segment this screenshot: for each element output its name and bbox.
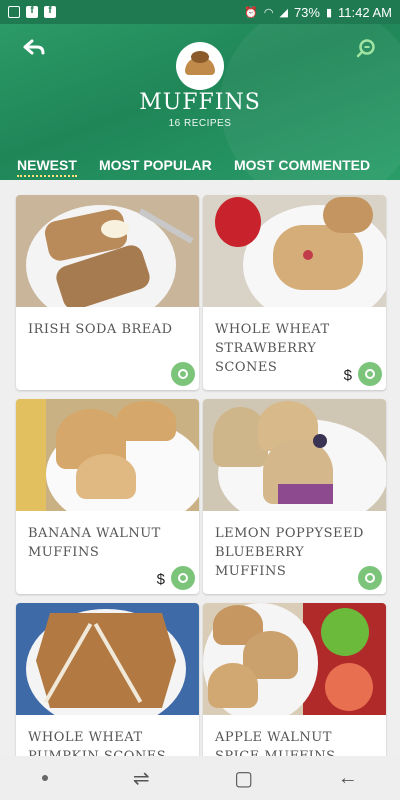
- recipe-card[interactable]: BANANA WALNUT MUFFINS $: [16, 399, 199, 594]
- veggie-badge: [171, 566, 195, 590]
- clock: 11:42 AM: [338, 4, 392, 20]
- recipe-card[interactable]: WHOLE WHEAT STRAWBERRY SCONES $: [203, 195, 386, 390]
- money-hand-icon: $: [156, 571, 165, 588]
- veggie-badge: [171, 362, 195, 386]
- recipe-photo: [203, 603, 386, 715]
- battery-level: 73%: [293, 4, 320, 20]
- search-button[interactable]: [352, 36, 380, 60]
- category-logo: [176, 42, 224, 90]
- veggie-leaf-icon: [365, 573, 375, 583]
- back-nav-icon[interactable]: ←: [338, 767, 358, 790]
- image-notification-icon: [8, 6, 20, 18]
- tab-newest[interactable]: NEWEST: [17, 157, 77, 177]
- status-bar: f f ⏰ ◠ ◢ 73% ▮ 11:42 AM: [0, 0, 400, 24]
- battery-icon: ▮: [325, 6, 333, 19]
- veggie-leaf-icon: [178, 573, 188, 583]
- recipe-card[interactable]: LEMON POPPYSEED BLUEBERRY MUFFINS: [203, 399, 386, 594]
- veggie-leaf-icon: [178, 369, 188, 379]
- recipe-name: LEMON POPPYSEED BLUEBERRY MUFFINS: [215, 526, 364, 579]
- system-navigation-bar: ⇌ ▢ ←: [0, 756, 400, 800]
- nav-dot-icon[interactable]: [42, 775, 49, 781]
- recipe-photo: [203, 399, 386, 511]
- back-button[interactable]: [20, 36, 48, 60]
- recipe-card[interactable]: IRISH SODA BREAD: [16, 195, 199, 390]
- recipe-name: BANANA WALNUT MUFFINS: [28, 526, 161, 560]
- recipe-photo: [16, 195, 199, 307]
- tab-most-commented[interactable]: MOST COMMENTED: [234, 157, 370, 173]
- category-header: MUFFINS 16 RECIPES NEWEST MOST POPULAR M…: [0, 24, 400, 180]
- veggie-leaf-icon: [365, 369, 375, 379]
- recipe-count: 16 RECIPES: [168, 118, 232, 129]
- sort-tabs: NEWEST MOST POPULAR MOST COMMENTED: [0, 155, 400, 180]
- back-arrow-icon: [23, 39, 45, 55]
- home-icon[interactable]: ▢: [234, 766, 253, 791]
- recipe-photo: [16, 603, 199, 715]
- search-icon: [356, 39, 375, 58]
- recent-apps-icon[interactable]: ⇌: [133, 766, 150, 791]
- page-title: MUFFINS: [139, 90, 261, 115]
- signal-icon: ◢: [279, 6, 288, 19]
- recipe-name: WHOLE WHEAT STRAWBERRY SCONES: [215, 322, 330, 375]
- recipe-photo: [203, 195, 386, 307]
- alarm-icon: ⏰: [244, 6, 258, 19]
- muffin-icon: [185, 51, 215, 75]
- facebook-notification-icon: f: [26, 6, 38, 18]
- facebook-notification-icon: f: [44, 6, 56, 18]
- wifi-icon: ◠: [263, 6, 274, 19]
- veggie-badge: [358, 362, 382, 386]
- recipe-photo: [16, 399, 199, 511]
- recipe-name: IRISH SODA BREAD: [28, 322, 173, 337]
- tab-most-popular[interactable]: MOST POPULAR: [99, 157, 212, 173]
- veggie-badge: [358, 566, 382, 590]
- money-hand-icon: $: [343, 367, 352, 384]
- system-status: ⏰ ◠ ◢ 73% ▮ 11:42 AM: [244, 5, 392, 20]
- notification-icons: f f: [8, 6, 56, 18]
